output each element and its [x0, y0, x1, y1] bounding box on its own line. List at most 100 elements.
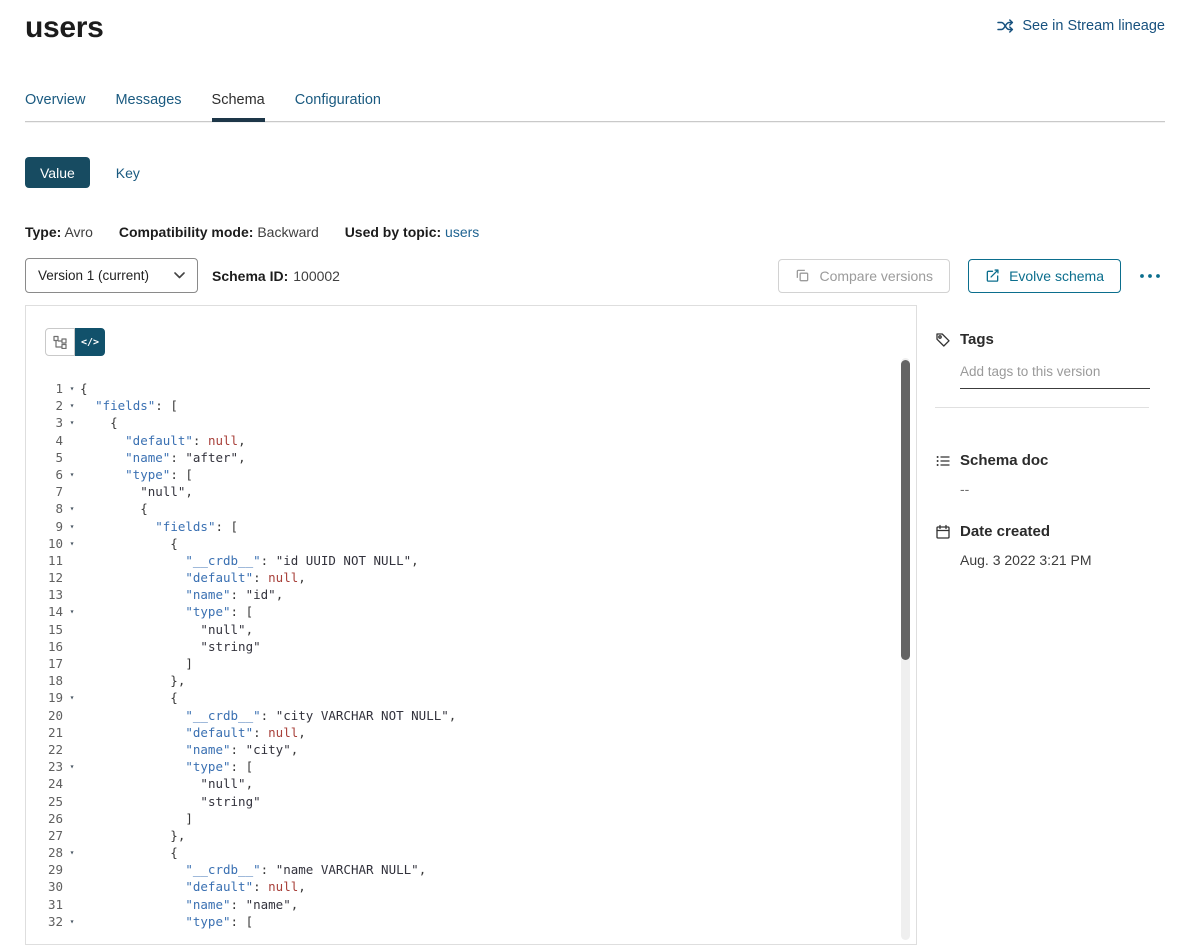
code-content: {	[80, 689, 178, 706]
evolve-schema-icon	[985, 268, 1000, 283]
schema-doc-section: Schema doc --	[935, 452, 1165, 497]
code-content: ]	[80, 655, 193, 672]
line-number: 21	[26, 724, 64, 741]
fold-spacer	[64, 707, 80, 724]
code-line: 21 "default": null,	[26, 724, 916, 741]
code-view-button[interactable]: </>	[75, 328, 105, 356]
fold-arrow-icon[interactable]: ▾	[64, 380, 80, 397]
code-content: "__crdb__": "city VARCHAR NOT NULL",	[80, 707, 456, 724]
value-toggle-button[interactable]: Value	[25, 157, 90, 188]
fold-arrow-icon[interactable]: ▾	[64, 844, 80, 861]
code-line: 17 ]	[26, 655, 916, 672]
stream-lineage-icon	[997, 18, 1014, 34]
version-select-dropdown[interactable]: Version 1 (current)	[25, 258, 198, 293]
code-content: "__crdb__": "id UUID NOT NULL",	[80, 552, 419, 569]
tab-schema[interactable]: Schema	[212, 92, 265, 121]
compare-versions-button[interactable]: Compare versions	[778, 259, 950, 293]
fold-spacer	[64, 672, 80, 689]
key-toggle-button[interactable]: Key	[116, 165, 140, 181]
used-by-topic-link[interactable]: users	[445, 224, 479, 240]
code-line: 15 "null",	[26, 621, 916, 638]
compatibility-value: Backward	[257, 224, 318, 240]
fold-arrow-icon[interactable]: ▾	[64, 397, 80, 414]
stream-lineage-link[interactable]: See in Stream lineage	[997, 18, 1165, 34]
schema-doc-header: Schema doc	[935, 452, 1165, 469]
line-number: 1	[26, 380, 64, 397]
code-content: "fields": [	[80, 397, 178, 414]
code-line: 7 "null",	[26, 483, 916, 500]
tab-configuration[interactable]: Configuration	[295, 92, 381, 121]
type-label: Type:	[25, 224, 61, 240]
code-line: 29 "__crdb__": "name VARCHAR NULL",	[26, 861, 916, 878]
code-content: "default": null,	[80, 432, 246, 449]
line-number: 31	[26, 896, 64, 913]
code-line: 4 "default": null,	[26, 432, 916, 449]
schema-sidebar: Tags Schema doc --	[917, 305, 1165, 945]
schema-meta-row: Type: Avro Compatibility mode: Backward …	[25, 224, 1165, 240]
code-content: "null",	[80, 775, 253, 792]
code-content: "string"	[80, 793, 261, 810]
tree-view-icon	[53, 335, 67, 349]
tab-overview[interactable]: Overview	[25, 92, 85, 121]
code-content: ]	[80, 810, 193, 827]
fold-spacer	[64, 827, 80, 844]
code-line: 11 "__crdb__": "id UUID NOT NULL",	[26, 552, 916, 569]
code-content: "type": [	[80, 603, 253, 620]
code-content: "name": "city",	[80, 741, 298, 758]
code-content: {	[80, 535, 178, 552]
code-line: 6▾ "type": [	[26, 466, 916, 483]
evolve-schema-button[interactable]: Evolve schema	[968, 259, 1121, 293]
editor-scrollbar-thumb[interactable]	[901, 360, 910, 660]
fold-spacer	[64, 432, 80, 449]
fold-arrow-icon[interactable]: ▾	[64, 689, 80, 706]
code-line: 19▾ {	[26, 689, 916, 706]
line-number: 2	[26, 397, 64, 414]
fold-spacer	[64, 810, 80, 827]
code-line: 31 "name": "name",	[26, 896, 916, 913]
compare-versions-icon	[795, 268, 810, 283]
line-number: 22	[26, 741, 64, 758]
tree-view-button[interactable]	[45, 328, 75, 356]
fold-arrow-icon[interactable]: ▾	[64, 500, 80, 517]
code-line: 30 "default": null,	[26, 878, 916, 895]
fold-spacer	[64, 878, 80, 895]
code-line: 13 "name": "id",	[26, 586, 916, 603]
fold-arrow-icon[interactable]: ▾	[64, 414, 80, 431]
fold-spacer	[64, 655, 80, 672]
used-by-topic-label: Used by topic:	[345, 224, 441, 240]
code-line: 2▾ "fields": [	[26, 397, 916, 414]
code-view-icon: </>	[81, 337, 99, 348]
evolve-schema-label: Evolve schema	[1009, 268, 1104, 284]
code-content: "type": [	[80, 758, 253, 775]
type-group: Type: Avro	[25, 224, 93, 240]
code-content: },	[80, 827, 185, 844]
tag-icon	[935, 332, 951, 348]
list-icon	[935, 453, 951, 469]
date-created-header: Date created	[935, 523, 1165, 540]
line-number: 12	[26, 569, 64, 586]
fold-spacer	[64, 741, 80, 758]
code-line: 24 "null",	[26, 775, 916, 792]
line-number: 14	[26, 603, 64, 620]
fold-arrow-icon[interactable]: ▾	[64, 758, 80, 775]
more-options-button[interactable]	[1135, 269, 1165, 283]
fold-arrow-icon[interactable]: ▾	[64, 913, 80, 930]
compatibility-group: Compatibility mode: Backward	[119, 224, 319, 240]
code-line: 32▾ "type": [	[26, 913, 916, 930]
tags-title: Tags	[960, 331, 994, 348]
line-number: 25	[26, 793, 64, 810]
code-content: },	[80, 672, 185, 689]
code-content: {	[80, 380, 88, 397]
code-line: 26 ]	[26, 810, 916, 827]
add-tags-input[interactable]	[960, 360, 1150, 389]
fold-arrow-icon[interactable]: ▾	[64, 518, 80, 535]
code-content: "name": "id",	[80, 586, 283, 603]
fold-arrow-icon[interactable]: ▾	[64, 535, 80, 552]
tab-messages[interactable]: Messages	[115, 92, 181, 121]
editor-scrollbar-track[interactable]	[901, 358, 910, 940]
fold-arrow-icon[interactable]: ▾	[64, 466, 80, 483]
line-number: 16	[26, 638, 64, 655]
code-line: 14▾ "type": [	[26, 603, 916, 620]
fold-arrow-icon[interactable]: ▾	[64, 603, 80, 620]
code-content: "default": null,	[80, 724, 306, 741]
